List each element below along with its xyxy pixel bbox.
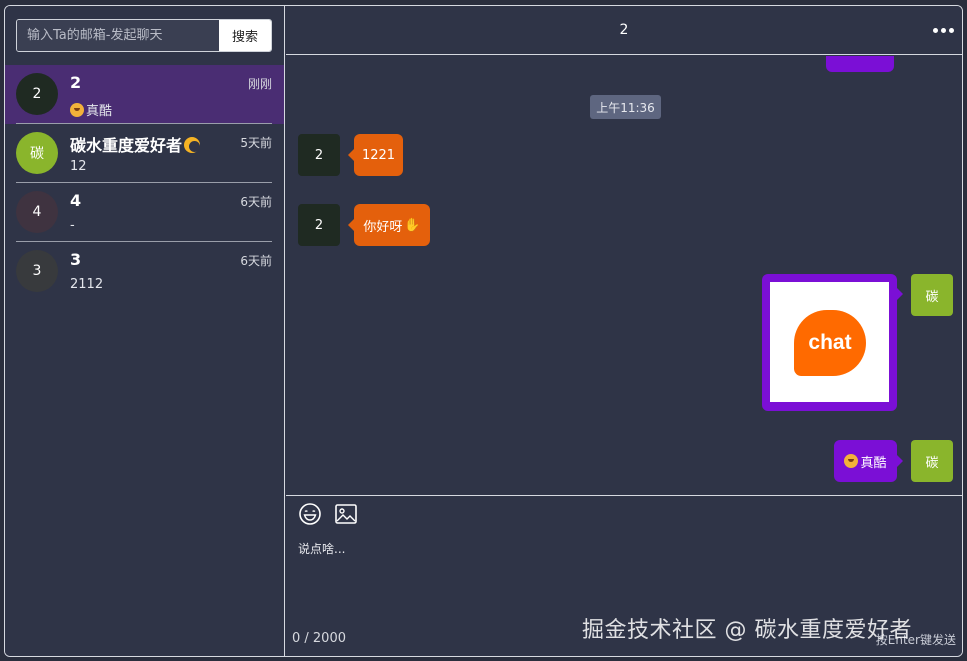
message-text: 真酷 [860, 455, 887, 471]
message-avatar[interactable]: 碳 [911, 274, 953, 316]
chat-header: 2 [286, 6, 962, 55]
conversation-time: 6天前 [240, 254, 272, 268]
conversation-preview: - [70, 218, 75, 233]
moon-icon [184, 137, 201, 153]
image-upload-icon[interactable] [334, 502, 358, 526]
name-text: 碳水重度爱好者 [70, 136, 183, 155]
message-avatar[interactable]: 碳 [911, 440, 953, 482]
char-counter: 0 / 2000 [292, 631, 346, 646]
chat-title: 2 [619, 22, 629, 38]
search-button[interactable]: 搜索 [219, 20, 271, 51]
message-text: 你好呀 [363, 219, 403, 235]
image-message-bubble[interactable]: chat [762, 274, 903, 411]
conversation-item[interactable]: 碳 碳水重度爱好者 12 5天前 [5, 124, 284, 183]
site-watermark: 掘金技术社区 @ 碳水重度爱好者 [582, 618, 912, 643]
cool-face-icon [70, 103, 84, 117]
avatar: 4 [16, 191, 58, 233]
search-bar: 搜索 [16, 19, 272, 52]
message-image[interactable]: chat [770, 282, 889, 402]
search-input[interactable] [17, 20, 219, 51]
more-options-icon[interactable] [933, 28, 954, 33]
conversation-name: 4 [70, 191, 82, 210]
message-bubble: 你好呀 ✋ [348, 204, 430, 246]
message-input[interactable]: 说点啥... [298, 540, 345, 557]
conversation-name: 碳水重度爱好者 [70, 132, 201, 156]
conversation-time: 6天前 [240, 195, 272, 209]
emoji-icon[interactable] [298, 502, 322, 526]
conversation-preview: 12 [70, 159, 87, 174]
waving-hand-icon: ✋ [404, 217, 421, 233]
cool-face-icon [844, 454, 859, 468]
message-timestamp: 上午11:36 [590, 95, 661, 119]
avatar: 2 [16, 73, 58, 115]
preview-text: 真酷 [86, 104, 113, 119]
conversation-preview: 2112 [70, 277, 104, 292]
conversation-name: 3 [70, 250, 82, 269]
conversation-item[interactable]: 4 4 - 6天前 [5, 183, 284, 242]
chat-app: 搜索 2 2 真酷 刚刚 碳 碳水重度爱好者 12 5天前 4 4 - 6天前 … [4, 5, 963, 657]
conversation-sidebar: 搜索 2 2 真酷 刚刚 碳 碳水重度爱好者 12 5天前 4 4 - 6天前 … [5, 6, 285, 656]
conversation-time: 5天前 [240, 136, 272, 150]
message-avatar[interactable]: 2 [298, 134, 340, 176]
avatar: 3 [16, 250, 58, 292]
conversation-item[interactable]: 3 3 2112 6天前 [5, 242, 284, 301]
conversation-name: 2 [70, 73, 82, 92]
chat-panel: 2 上午11:36 2 1221 2 你好呀 ✋ chat 碳 真酷 碳 说点啥… [286, 6, 962, 656]
message-avatar[interactable]: 2 [298, 204, 340, 246]
chat-logo-image: chat [794, 310, 866, 376]
message-bubble: 1221 [348, 134, 403, 176]
avatar: 碳 [16, 132, 58, 174]
message-bubble: 真酷 [834, 440, 903, 482]
message-list[interactable]: 上午11:36 2 1221 2 你好呀 ✋ chat 碳 真酷 碳 [286, 56, 962, 495]
message-bubble-partial [826, 56, 894, 72]
conversation-time: 刚刚 [247, 77, 272, 91]
divider [16, 123, 272, 124]
conversation-preview: 真酷 [70, 100, 112, 119]
conversation-item[interactable]: 2 2 真酷 刚刚 [5, 65, 284, 124]
